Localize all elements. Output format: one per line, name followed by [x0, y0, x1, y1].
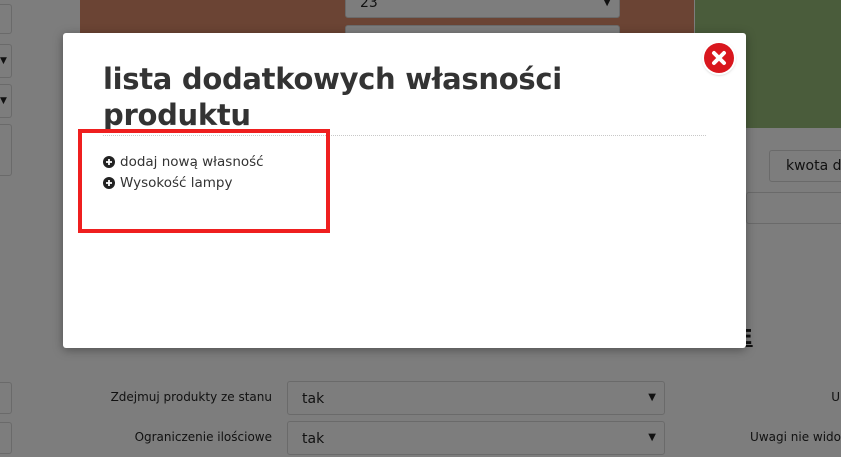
close-button[interactable]: [704, 43, 734, 73]
close-icon: [712, 51, 726, 65]
plus-circle-icon: [103, 155, 115, 168]
modal-title: lista dodatkowych własności produktu: [103, 61, 706, 136]
add-property-label: dodaj nową własność: [120, 153, 264, 170]
property-item-lamp-height[interactable]: Wysokość lampy: [103, 172, 264, 193]
property-list: dodaj nową własność Wysokość lampy: [103, 151, 264, 193]
plus-circle-icon: [103, 176, 115, 189]
property-item-label: Wysokość lampy: [120, 174, 233, 191]
properties-modal: lista dodatkowych własności produktu dod…: [63, 33, 746, 348]
add-property-link[interactable]: dodaj nową własność: [103, 151, 264, 172]
modal-overlay[interactable]: lista dodatkowych własności produktu dod…: [0, 0, 841, 457]
